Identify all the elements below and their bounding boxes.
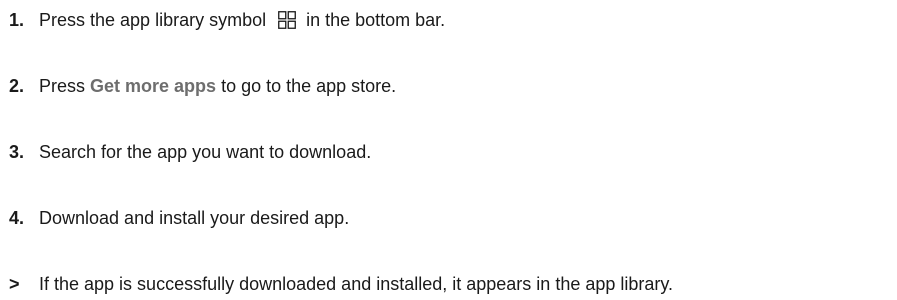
app-library-icon xyxy=(278,11,296,29)
step-3: 3. Search for the app you want to downlo… xyxy=(9,140,371,164)
step-text-before: Press xyxy=(39,76,86,96)
step-4: 4. Download and install your desired app… xyxy=(9,206,349,230)
step-number: 1. xyxy=(9,10,25,30)
step-text: Press the app library symbol in the bott… xyxy=(39,8,445,32)
step-number: 4. xyxy=(9,208,25,228)
instruction-steps: 1. Press the app library symbol in the b… xyxy=(0,0,897,300)
step-text: Press Get more apps to go to the app sto… xyxy=(39,74,396,98)
step-number: 2. xyxy=(9,76,25,96)
step-1: 1. Press the app library symbol in the b… xyxy=(9,8,445,32)
step-text-after: to go to the app store. xyxy=(221,76,397,96)
result-marker: > xyxy=(9,274,20,294)
step-text-after: in the bottom bar. xyxy=(306,10,446,30)
step-text: Search for the app you want to download. xyxy=(39,142,372,162)
get-more-apps-term: Get more apps xyxy=(90,76,217,96)
result-note: > If the app is successfully downloaded … xyxy=(9,272,673,296)
step-text: Download and install your desired app. xyxy=(39,208,350,228)
step-text-before: Press the app library symbol xyxy=(39,10,267,30)
step-2: 2. Press Get more apps to go to the app … xyxy=(9,74,396,98)
result-text: If the app is successfully downloaded an… xyxy=(39,274,674,294)
step-number: 3. xyxy=(9,142,25,162)
